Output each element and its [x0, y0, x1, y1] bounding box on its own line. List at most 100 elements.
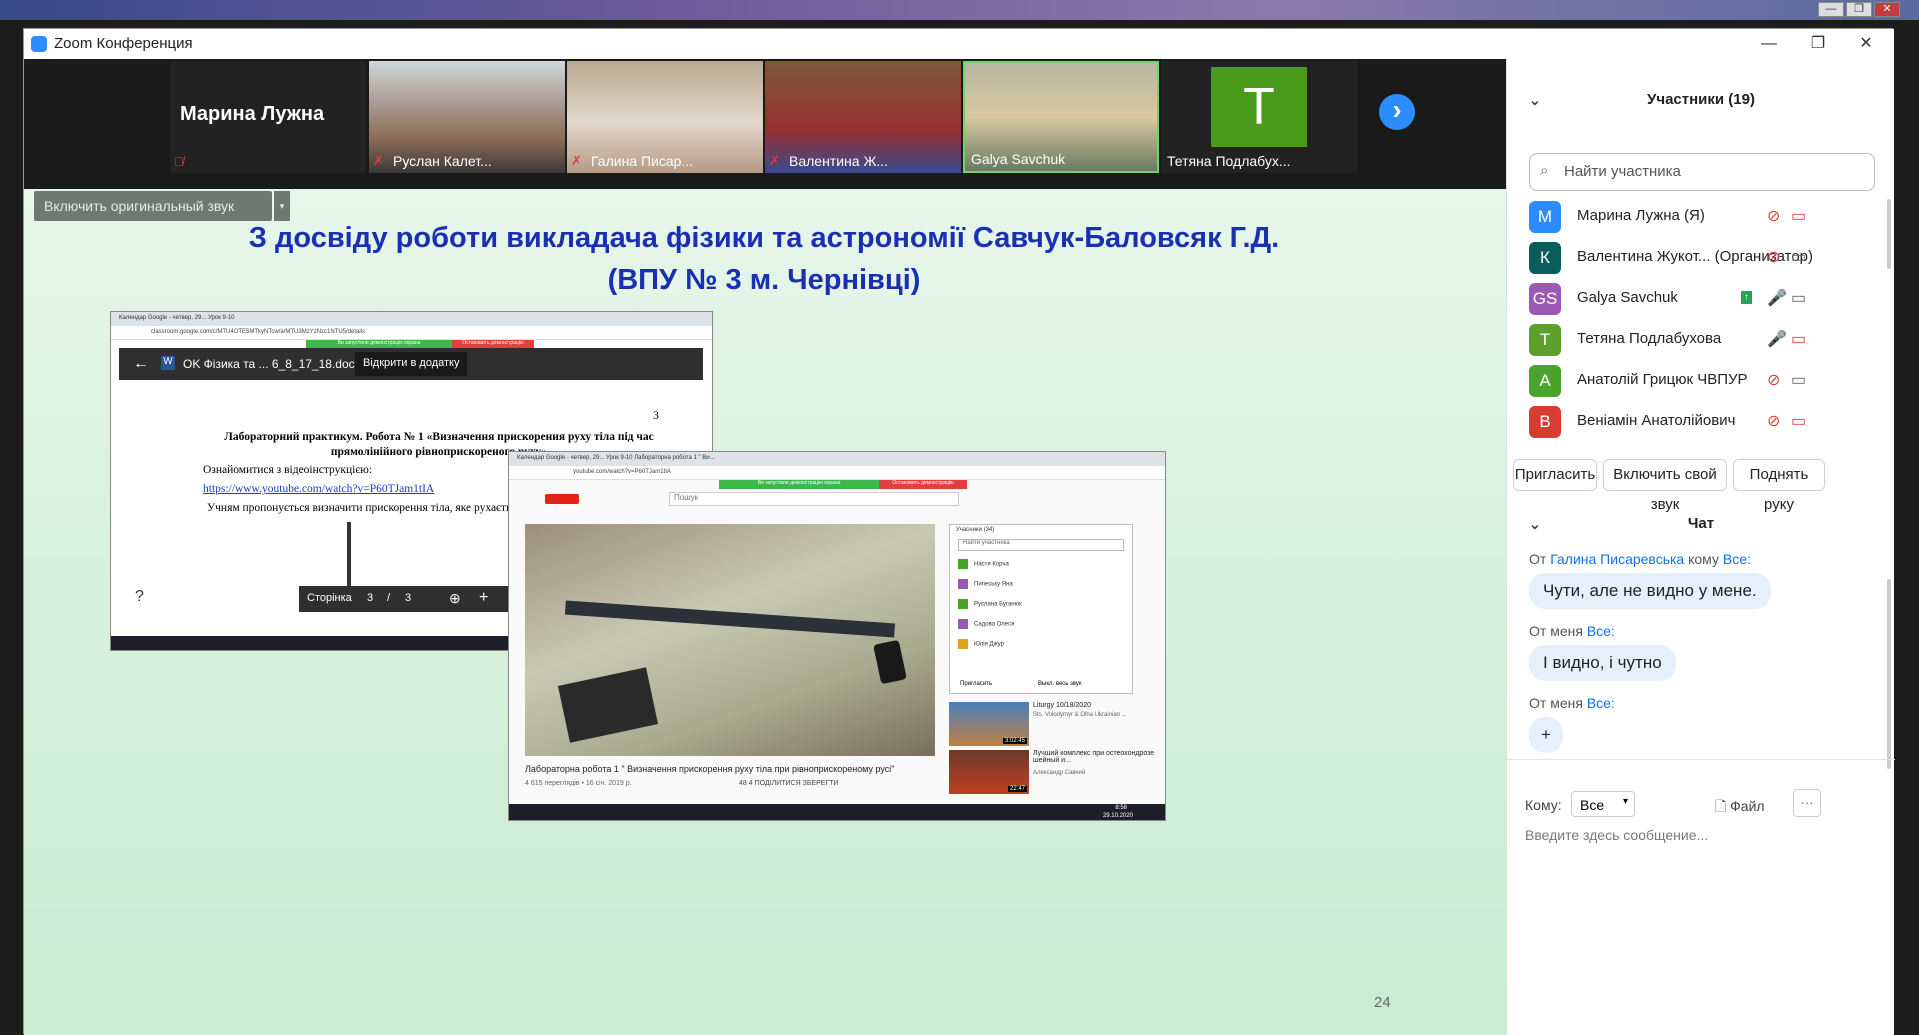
file-icon: 🗋 — [1715, 798, 1727, 814]
avatar: В — [1529, 406, 1561, 438]
open-in-app-button: Відкрити в додатку — [355, 352, 468, 376]
participants-scrollbar[interactable] — [1887, 199, 1891, 269]
participant-row[interactable]: К Валентина Жукот... (Организатор) ⊘ ▭ — [1529, 238, 1889, 278]
mini-avatar — [958, 619, 968, 629]
raise-hand-button[interactable]: Поднять руку — [1733, 459, 1825, 513]
video-tile[interactable]: Т Тетяна Подлабух... — [1161, 61, 1357, 173]
share-screen-icon: ↑ — [1741, 291, 1752, 304]
mini-participant-name: Юлія Джур — [974, 641, 1004, 648]
yt-browser-tabs: Календар Google - четвер, 29... Урок 9-1… — [509, 452, 1165, 466]
chat-recipient[interactable]: Все: — [1587, 623, 1615, 639]
mini-participant-row: Пипеську Яна — [950, 575, 1132, 595]
original-sound-button[interactable]: Включить оригинальный звук ▾ — [34, 191, 290, 221]
chat-from-prefix: От меня — [1529, 695, 1583, 711]
participant-row[interactable]: А Анатолій Грицюк ЧВПУР ⊘ ▭ — [1529, 361, 1889, 401]
video-off-icon: ▭ — [1791, 208, 1807, 225]
chat-from-prefix: От — [1529, 551, 1547, 567]
chevron-down-icon[interactable]: ▾ — [274, 191, 290, 221]
chat-to-prefix: кому — [1688, 551, 1719, 567]
mini-avatar — [958, 559, 968, 569]
participant-row[interactable]: М Марина Лужна (Я) ⊘ ▭ — [1529, 197, 1889, 237]
mini-participant-row: Настя Корча — [950, 555, 1132, 575]
desktop-close-button[interactable]: ✕ — [1874, 2, 1900, 17]
chat-recipient[interactable]: Все: — [1587, 695, 1615, 711]
video-tile[interactable]: ✗ Руслан Калет... — [369, 61, 565, 173]
mini-participant-name: Настя Корча — [974, 561, 1009, 568]
chat-bubble[interactable]: + — [1529, 717, 1563, 753]
chevron-down-icon: ▾ — [1622, 796, 1628, 807]
video-strip: Марина Лужна 🎙̸ ✗ Руслан Калет... ✗ Гали… — [24, 59, 1506, 189]
phone-illustration — [873, 639, 907, 685]
chat-message-input[interactable]: Введите здесь сообщение... — [1525, 827, 1708, 843]
chat-sender[interactable]: Галина Писаревська — [1550, 551, 1684, 567]
participant-search-input[interactable]: ⌕ Найти участника — [1529, 153, 1875, 191]
desktop-minimize-button[interactable]: — — [1818, 2, 1844, 17]
doc-browser-tabs: Календар Google - четвер, 29... Урок 9-1… — [111, 312, 712, 326]
minimize-button[interactable]: — — [1749, 32, 1789, 56]
tile-name: Тетяна Подлабух... — [1167, 153, 1291, 169]
doc-pager: Сторінка 3 / 3 ⊕ + — [299, 586, 519, 612]
video-tile-speaking[interactable]: Galya Savchuk — [963, 61, 1159, 173]
yt-share: ПОДІЛИТИСЯ — [754, 780, 801, 787]
video-tile[interactable]: ✗ Валентина Ж... — [765, 61, 961, 173]
chat-header: ⌄ Чат — [1507, 507, 1895, 541]
pager-total: 3 — [405, 592, 412, 604]
recipient-value: Все — [1580, 797, 1605, 813]
zoom-window: Zoom Конференция — ❐ ✕ Марина Лужна 🎙̸ ✗… — [23, 28, 1895, 1035]
video-icon: ▭ — [1791, 290, 1807, 307]
divider — [1507, 759, 1895, 760]
video-tile[interactable]: ✗ Галина Писар... — [567, 61, 763, 173]
chat-meta: От меня Все: — [1529, 695, 1615, 711]
search-placeholder: Найти участника — [1564, 163, 1681, 180]
mini-participant-name: Садова Олеся — [974, 621, 1015, 628]
file-button[interactable]: 🗋 Файл — [1715, 796, 1765, 820]
zoom-in-icon: ⊕ — [449, 590, 461, 606]
to-label: Кому: — [1525, 797, 1562, 813]
tile-name: Руслан Калет... — [393, 153, 492, 169]
chat-bubble[interactable]: І видно, і чутно — [1529, 645, 1676, 681]
muted-mic-icon: ✗ — [769, 153, 780, 168]
doc-tab: Урок 9-10 — [208, 315, 235, 321]
mini-participants-panel: Учасники (34) Найти участника Настя Корч… — [949, 524, 1133, 694]
next-videos-button[interactable]: › — [1379, 94, 1415, 130]
active-speaker-tile[interactable]: Марина Лужна 🎙̸ — [170, 61, 366, 173]
close-button[interactable]: ✕ — [1846, 32, 1886, 56]
muted-mic-icon: ⊘ — [1767, 413, 1781, 430]
unmute-button[interactable]: Включить свой звук — [1603, 459, 1727, 513]
more-options-button[interactable]: ··· — [1793, 789, 1821, 817]
invite-button[interactable]: Пригласить — [1513, 459, 1597, 491]
mini-invite: Пригласить — [960, 681, 993, 687]
video-icon: ▭ — [1791, 249, 1807, 266]
search-icon: ⌕ — [1540, 162, 1549, 179]
word-icon: W — [161, 356, 175, 370]
muted-mic-icon: ⊘ — [1767, 372, 1781, 389]
back-arrow-icon: ← — [133, 355, 149, 372]
chat-scrollbar[interactable] — [1887, 579, 1891, 769]
yt-views: 4 615 переглядів • 16 січ. 2019 р. — [525, 780, 632, 787]
chat-recipient[interactable]: Все: — [1723, 551, 1751, 567]
mini-search: Найти участника — [958, 539, 1124, 551]
mini-participant-name: Руслана Буганюк — [974, 601, 1022, 608]
slide-page-number: 24 — [1374, 994, 1391, 1011]
yt-video-frame — [525, 524, 935, 756]
participant-row[interactable]: Т Тетяна Подлабухова 🎤 ▭ — [1529, 320, 1889, 360]
desktop-restore-button[interactable]: ❐ — [1846, 2, 1872, 17]
muted-mic-icon: ⊘ — [1767, 208, 1781, 225]
rec1-duration: 3:02:45 — [1002, 738, 1027, 744]
mini-avatar — [958, 639, 968, 649]
participant-name: Веніамін Анатолійович — [1577, 412, 1736, 429]
chevron-down-icon[interactable]: ⌄ — [1529, 83, 1541, 117]
slide-title-line2: (ВПУ № 3 м. Чернівці) — [607, 264, 921, 296]
participant-name: Тетяна Подлабухова — [1577, 330, 1722, 347]
participant-row[interactable]: В Веніамін Анатолійович ⊘ ▭ — [1529, 402, 1889, 442]
recipient-select[interactable]: Все ▾ — [1571, 791, 1635, 817]
yt-taskbar: 8:58 29.10.2020 — [509, 804, 1165, 820]
chat-bubble[interactable]: Чути, але не видно у мене. — [1529, 573, 1771, 609]
chevron-down-icon[interactable]: ⌄ — [1529, 507, 1541, 541]
yt-url-bar: youtube.com/watch?v=P60TJam1tIA — [509, 466, 1165, 480]
avatar: М — [1529, 201, 1561, 233]
doc-body: Учням пропонується визначити прискорення… — [207, 502, 560, 514]
participant-row[interactable]: GS Galya Savchuk 🎤 ▭ ↑ — [1529, 279, 1889, 319]
mini-avatar — [958, 579, 968, 589]
maximize-button[interactable]: ❐ — [1798, 32, 1838, 56]
